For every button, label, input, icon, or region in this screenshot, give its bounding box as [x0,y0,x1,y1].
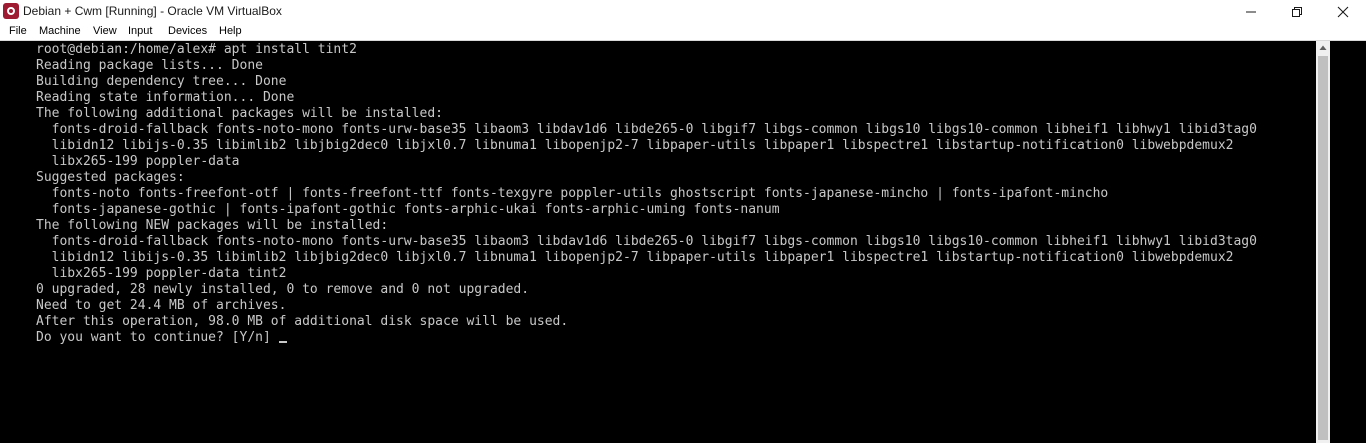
terminal-line: 0 upgraded, 28 newly installed, 0 to rem… [36,282,530,297]
terminal-prompt-line[interactable]: Do you want to continue? [Y/n] [36,330,287,346]
menu-file[interactable]: File [9,25,27,38]
terminal-line: libidn12 libijs-0.35 libimlib2 libjbig2d… [36,138,1234,153]
menu-view[interactable]: View [93,25,117,38]
terminal-line: libidn12 libijs-0.35 libimlib2 libjbig2d… [36,250,1234,265]
terminal-line: The following NEW packages will be insta… [36,218,389,233]
minimize-button[interactable] [1228,0,1274,23]
menu-input[interactable]: Input [128,25,152,38]
terminal-line: Reading state information... Done [36,90,295,105]
terminal-prompt-text: Do you want to continue? [Y/n] [36,330,271,345]
restore-button[interactable] [1274,0,1320,23]
terminal-line: The following additional packages will b… [36,106,443,121]
terminal-line: Building dependency tree... Done [36,74,287,89]
text-cursor [278,341,287,343]
menu-bar: File Machine View Input Devices Help [0,23,1366,41]
terminal-line: Reading package lists... Done [36,58,263,73]
terminal[interactable]: root@debian:/home/alex# apt install tint… [36,41,1316,443]
vm-display-margin-right [1330,41,1366,443]
terminal-line: Suggested packages: [36,170,185,185]
scroll-up-button[interactable] [1316,41,1330,55]
terminal-line: root@debian:/home/alex# apt install tint… [36,42,357,57]
restore-icon [1292,7,1302,17]
menu-machine[interactable]: Machine [39,25,81,38]
window-title: Debian + Cwm [Running] - Oracle VM Virtu… [23,4,282,18]
terminal-line: fonts-droid-fallback fonts-noto-mono fon… [36,234,1257,249]
title-bar: Debian + Cwm [Running] - Oracle VM Virtu… [0,0,1366,23]
close-button[interactable] [1320,0,1366,23]
vertical-scrollbar[interactable] [1316,41,1330,443]
menu-help[interactable]: Help [219,25,242,38]
menu-devices[interactable]: Devices [168,25,207,38]
minimize-icon [1246,11,1256,13]
terminal-line: fonts-droid-fallback fonts-noto-mono fon… [36,122,1257,137]
virtualbox-icon[interactable] [3,3,19,19]
terminal-line: After this operation, 98.0 MB of additio… [36,314,569,329]
terminal-line: Need to get 24.4 MB of archives. [36,298,287,313]
terminal-line: fonts-japanese-gothic | fonts-ipafont-go… [36,202,780,217]
vm-display-margin-left [0,41,36,443]
scroll-up-arrow-icon [1319,45,1327,50]
terminal-line: libx265-199 poppler-data [36,154,240,169]
close-icon [1337,6,1349,18]
scrollbar-thumb[interactable] [1318,56,1328,440]
terminal-line: fonts-noto fonts-freefont-otf | fonts-fr… [36,186,1109,201]
terminal-line: libx265-199 poppler-data tint2 [36,266,287,281]
